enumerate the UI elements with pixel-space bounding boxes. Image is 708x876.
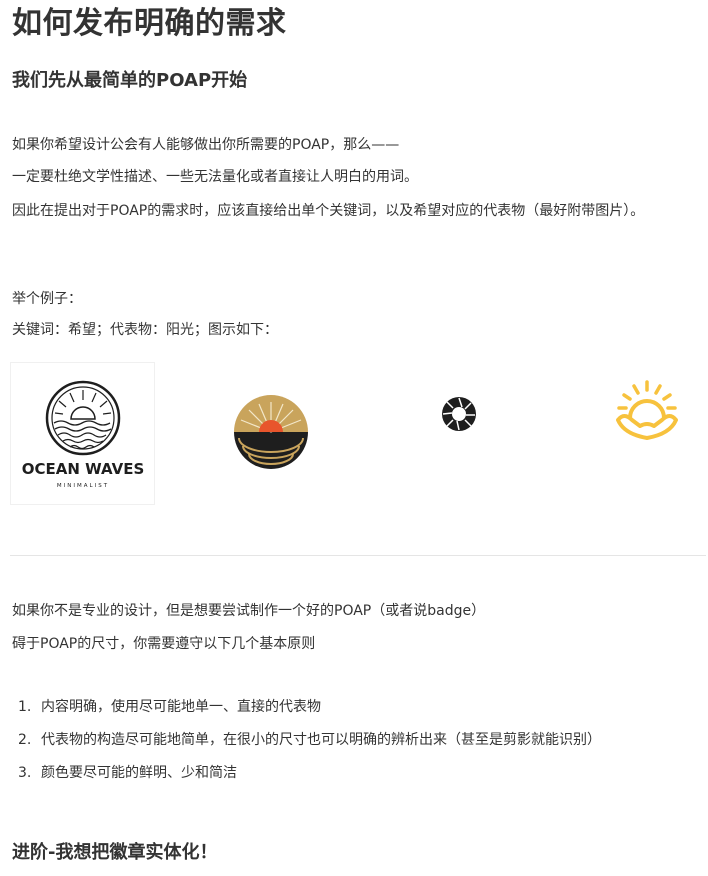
paragraph: 碍于POAP的尺寸，你需要遵守以下几个基本原则: [12, 636, 316, 652]
logo-subtext: MINIMALIST: [57, 483, 109, 489]
paragraph: 因此在提出对于POAP的需求时，应该直接给出单个关键词，以及希望对应的代表物（最…: [12, 203, 645, 219]
logo-text: OCEAN WAVES: [22, 460, 145, 478]
page-title: 如何发布明确的需求: [12, 6, 287, 41]
section-heading-poap: 我们先从最简单的POAP开始: [12, 70, 248, 91]
divider: [10, 555, 706, 556]
example-keywords: 关键词：希望；代表物：阳光；图示如下：: [12, 322, 278, 338]
sunset-badge-icon: [229, 362, 313, 472]
article: 如何发布明确的需求 我们先从最简单的POAP开始 如果你希望设计公会有人能够做出…: [0, 0, 708, 876]
paragraph: 如果你不是专业的设计，但是想要尝试制作一个好的POAP（或者说badge）: [12, 603, 486, 619]
example-images-row: OCEAN WAVES MINIMALIST: [0, 362, 708, 505]
section-heading-physical-badge: 进阶-我想把徽章实体化！: [12, 842, 218, 863]
paragraph: 一定要杜绝文学性描述、一些无法量化或者直接让人明白的用词。: [12, 169, 418, 185]
sun-in-hand-icon: [610, 362, 684, 452]
example-label: 举个例子：: [12, 291, 82, 307]
sun-swirl-icon: [432, 362, 486, 442]
ocean-waves-logo: OCEAN WAVES MINIMALIST: [10, 362, 155, 505]
paragraph: 如果你希望设计公会有人能够做出你所需要的POAP，那么——: [12, 137, 400, 153]
